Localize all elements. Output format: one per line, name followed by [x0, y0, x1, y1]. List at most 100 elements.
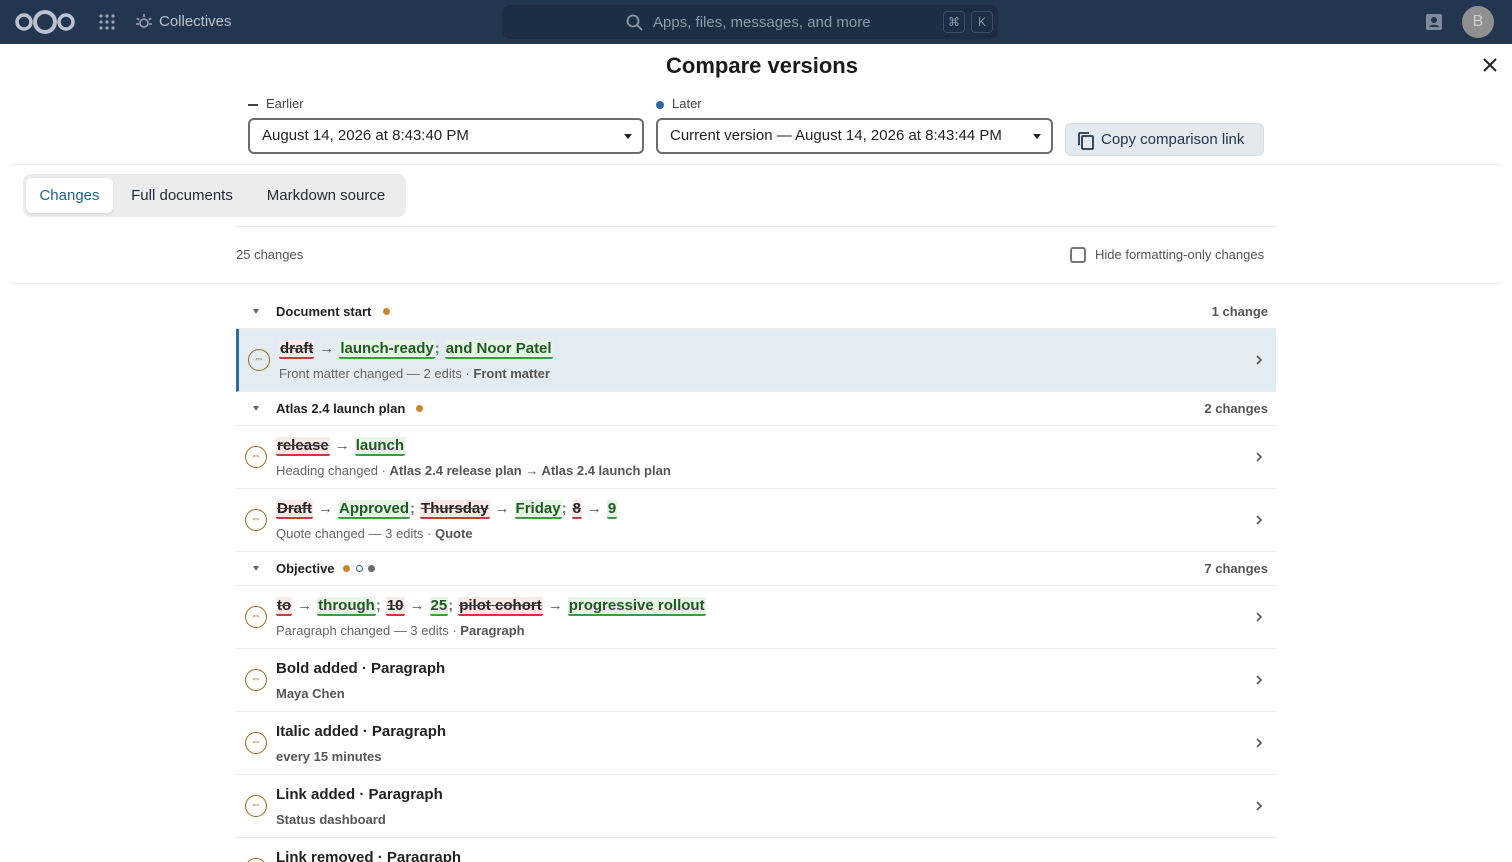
- chevron-right-icon: [1256, 515, 1263, 525]
- change-context: Paragraph: [368, 786, 443, 803]
- group-header-objective[interactable]: Objective 7 changes: [236, 552, 1276, 586]
- group-header-document-start[interactable]: Document start 1 change: [236, 295, 1276, 329]
- separator: ;: [410, 500, 416, 517]
- arrow-icon: →: [409, 597, 425, 614]
- close-icon[interactable]: [1480, 55, 1500, 75]
- inserted-text: 25: [429, 597, 449, 616]
- nextcloud-logo[interactable]: [14, 9, 76, 35]
- later-version-select[interactable]: Current version — August 14, 2026 at 8:4…: [656, 118, 1053, 154]
- later-marker-icon: [656, 100, 664, 109]
- shortcut-cmd-key: ⌘: [943, 11, 965, 33]
- change-edits: draft → launch-ready; and Noor Patel: [279, 340, 553, 359]
- collapse-triangle-icon[interactable]: [253, 406, 259, 411]
- compare-arrows-icon: ⇔: [245, 732, 267, 754]
- chevron-right-icon: [1256, 452, 1263, 462]
- compare-arrows-icon: ⇔: [245, 606, 267, 628]
- tab-markdown-source[interactable]: Markdown source: [253, 178, 399, 213]
- compare-arrows-icon: ⇔: [248, 349, 270, 371]
- arrow-icon: →: [547, 597, 563, 614]
- change-meta: Maya Chen: [276, 686, 345, 701]
- tab-full-documents[interactable]: Full documents: [118, 178, 246, 213]
- later-version-value: Current version — August 14, 2026 at 8:4…: [670, 127, 1002, 144]
- deleted-text: pilot cohort: [458, 597, 543, 616]
- search-placeholder: Apps, files, messages, and more: [653, 14, 871, 31]
- change-row[interactable]: ⇔ to → through; 10 → 25; pilot cohort → progress…: [236, 586, 1276, 649]
- collapse-triangle-icon[interactable]: [253, 566, 259, 571]
- hide-formatting-checkbox[interactable]: [1070, 247, 1086, 263]
- collapse-triangle-icon[interactable]: [253, 309, 259, 314]
- deleted-text: draft: [279, 340, 315, 359]
- change-detail: Status dashboard: [276, 812, 386, 827]
- contacts-icon[interactable]: [1424, 12, 1444, 32]
- change-title: Link removed · Paragraph: [276, 849, 461, 862]
- chevron-right-icon: [1256, 355, 1263, 365]
- change-row[interactable]: ⇔ draft → launch-ready; and Noor Patel Fron…: [236, 329, 1276, 392]
- deleted-text: 10: [385, 597, 405, 616]
- arrow-icon: →: [494, 500, 510, 517]
- chevron-right-icon: [1256, 612, 1263, 622]
- change-row[interactable]: ⇔ Bold added · Paragraph Maya Chen: [236, 649, 1276, 712]
- app-name[interactable]: Collectives: [159, 13, 232, 30]
- inserted-text: and Noor Patel: [444, 340, 553, 359]
- group-title: Atlas 2.4 launch plan: [276, 401, 406, 416]
- change-description: Paragraph changed — 3 edits: [276, 623, 449, 638]
- change-dot-icon: [383, 308, 390, 315]
- change-dot-icon: [416, 405, 423, 412]
- divider: [12, 283, 1500, 284]
- change-title: Bold added · Paragraph: [276, 660, 446, 677]
- compare-arrows-icon: ⇔: [245, 858, 267, 862]
- change-meta: Heading changed · Atlas 2.4 release plan…: [276, 463, 671, 478]
- grid-icon[interactable]: [99, 14, 115, 30]
- earlier-version-select[interactable]: August 14, 2026 at 8:43:40 PM: [248, 118, 644, 154]
- group-header-atlas-launch-plan[interactable]: Atlas 2.4 launch plan 2 changes: [236, 392, 1276, 426]
- chevron-down-icon: [624, 134, 632, 139]
- change-context: Paragraph: [460, 623, 525, 638]
- dialog-title: Compare versions: [666, 53, 858, 78]
- copy-comparison-link-label: Copy comparison link: [1101, 131, 1245, 148]
- divider: [236, 226, 1276, 227]
- change-type: Link added: [276, 786, 356, 803]
- change-row[interactable]: ⇔ Italic added · Paragraph every 15 minu…: [236, 712, 1276, 775]
- change-context: Quote: [435, 526, 473, 541]
- change-row[interactable]: ⇔ Link removed · Paragraph: [236, 838, 1276, 862]
- separator: ;: [561, 500, 567, 517]
- chevron-right-icon: [1256, 801, 1263, 811]
- copy-icon: [1078, 132, 1094, 150]
- group-count: 1 change: [1211, 304, 1268, 319]
- tab-changes[interactable]: Changes: [26, 178, 113, 213]
- change-count: 25 changes: [236, 247, 304, 262]
- compare-arrows-icon: ⇔: [245, 509, 267, 531]
- change-title: Link added · Paragraph: [276, 786, 443, 803]
- arrow-icon: →: [318, 500, 334, 517]
- separator: ;: [434, 340, 440, 357]
- change-type: Link removed: [276, 849, 374, 862]
- later-label: Later: [656, 96, 702, 111]
- copy-comparison-link-button[interactable]: Copy comparison link: [1065, 123, 1264, 156]
- hide-formatting-label[interactable]: Hide formatting-only changes: [1095, 247, 1264, 262]
- inserted-text: launch: [354, 437, 406, 456]
- change-meta: Front matter changed — 2 edits · Front m…: [279, 366, 550, 381]
- user-avatar[interactable]: B: [1462, 6, 1494, 38]
- group-count: 7 changes: [1204, 561, 1268, 576]
- inserted-text: Approved: [338, 500, 411, 519]
- earlier-label-text: Earlier: [266, 96, 304, 111]
- inserted-text: Friday: [514, 500, 562, 519]
- inserted-text: through: [317, 597, 376, 616]
- search-bar[interactable]: Apps, files, messages, and more ⌘ K: [502, 5, 998, 39]
- inserted-text: launch-ready: [339, 340, 435, 359]
- chevron-right-icon: [1256, 738, 1263, 748]
- separator: ;: [375, 597, 381, 614]
- inserted-text: progressive rollout: [567, 597, 706, 616]
- arrow-icon: →: [334, 437, 350, 454]
- change-row[interactable]: ⇔ Draft → Approved; Thursday → Friday; 8 → 9 Quo…: [236, 489, 1276, 552]
- arrow-icon: →: [319, 340, 335, 357]
- change-row[interactable]: ⇔ release → launch Heading changed · Atlas…: [236, 426, 1276, 489]
- compare-arrows-icon: ⇔: [245, 795, 267, 817]
- change-row[interactable]: ⇔ Link added · Paragraph Status dashboar…: [236, 775, 1276, 838]
- change-edits: release → launch: [276, 437, 406, 456]
- change-description: Quote changed — 3 edits: [276, 526, 424, 541]
- group-count: 2 changes: [1204, 401, 1268, 416]
- shortcut-k-key: K: [971, 11, 993, 33]
- collectives-icon[interactable]: [134, 12, 154, 32]
- change-dot-icon: [356, 565, 363, 572]
